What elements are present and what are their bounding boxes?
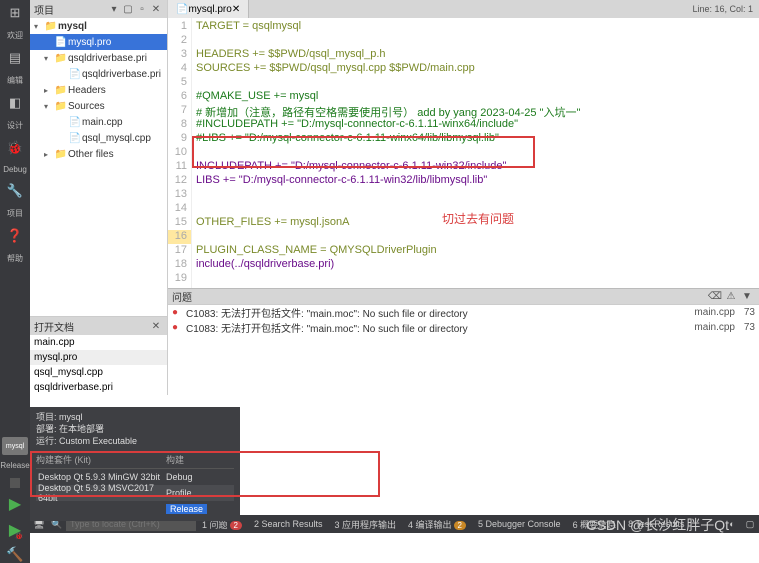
gutter: 12345678910111213141516171819 [168, 18, 192, 288]
kit-run: 运行: Custom Executable [36, 435, 234, 447]
editor-tab[interactable]: 📄 mysql.pro ✕ [168, 0, 249, 18]
issues-clear-icon[interactable]: ⌫ [707, 291, 723, 302]
issues-header: 问题 ⌫ ⚠ ▼ [168, 288, 759, 304]
kit-selector[interactable]: mysql [2, 437, 28, 455]
kits-area: 项目: mysql 部署: 在本地部署 运行: Custom Executabl… [30, 395, 759, 515]
kit-deploy: 部署: 在本地部署 [36, 423, 234, 435]
status-item[interactable]: 6 概要信息 [567, 518, 623, 531]
tree-root[interactable]: ▾📁mysql [30, 18, 167, 34]
opendocs-close-icon[interactable]: ✕ [149, 321, 163, 332]
open-doc-item[interactable]: qsql_mysql.cpp [30, 365, 167, 380]
build-button[interactable]: 🔨 [6, 546, 23, 563]
status-item[interactable]: 2 Search Results [248, 519, 329, 529]
open-doc-item[interactable]: qsqldriverbase.pri [30, 380, 167, 395]
kit-project: 项目: mysql [36, 411, 234, 423]
open-docs-pane: 打开文档 ✕ main.cpp mysql.pro qsql_mysql.cpp… [30, 316, 168, 395]
help-icon[interactable]: ❓ [4, 225, 26, 247]
project-pane: 项目 ▾ ▢ ▫ ✕ ▾📁mysql 📄mysql.pro ▾📁qsqldriv… [30, 0, 168, 316]
sync-icon[interactable]: ▢ [121, 4, 135, 15]
editor-pane: 📄 mysql.pro ✕ Line: 16, Col: 1 123456789… [168, 0, 759, 316]
run-button[interactable]: ▶ [9, 494, 21, 514]
kit-row[interactable]: Release [36, 501, 234, 517]
help-label: 帮助 [7, 253, 23, 264]
filter-icon[interactable]: ▾ [107, 4, 121, 15]
debug-label: Debug [3, 165, 27, 174]
status-item[interactable]: 3 应用程序输出 [329, 518, 403, 531]
issues-filter-icon[interactable]: ⚠ [723, 291, 739, 302]
collapse-icon[interactable]: ▫ [135, 4, 149, 15]
tree-drvbase[interactable]: ▾📁qsqldriverbase.pri [30, 50, 167, 66]
issues-title: 问题 [172, 289, 192, 304]
status-item[interactable]: 8 Test Results [622, 519, 690, 529]
annotation-text: 切过去有问题 [442, 210, 514, 227]
tree-pro[interactable]: 📄mysql.pro [30, 34, 167, 50]
pane-close-icon[interactable]: ✕ [149, 4, 163, 15]
project-label: 项目 [7, 208, 23, 219]
tree-headers[interactable]: ▸📁Headers [30, 82, 167, 98]
welcome-label: 欢迎 [7, 30, 23, 41]
tree-sources[interactable]: ▾📁Sources [30, 98, 167, 114]
code-area[interactable]: TARGET = qsqlmysql HEADERS += $$PWD/qsql… [192, 18, 759, 288]
status-close-icon[interactable]: ▢ [741, 519, 759, 530]
open-doc-item[interactable]: mysql.pro [30, 350, 167, 365]
target-icon[interactable] [10, 478, 20, 488]
highlight-box [192, 136, 535, 168]
project-icon[interactable]: 🔧 [4, 180, 26, 202]
project-header: 项目 ▾ ▢ ▫ ✕ [30, 0, 167, 18]
debug-run-button[interactable]: ▶🐞 [9, 520, 21, 540]
design-label: 设计 [7, 120, 23, 131]
editor-tabs: 📄 mysql.pro ✕ Line: 16, Col: 1 [168, 0, 759, 18]
status-item[interactable]: 4 编译输出2 [402, 518, 472, 531]
code-editor[interactable]: 12345678910111213141516171819 TARGET = q… [168, 18, 759, 288]
tree-other[interactable]: ▸📁Other files [30, 146, 167, 162]
status-item[interactable]: 5 Debugger Console [472, 519, 567, 529]
debug-icon[interactable]: 🐞 [4, 137, 26, 159]
release-label: Release [0, 461, 29, 470]
welcome-icon[interactable]: ⊞ [4, 2, 26, 24]
project-tree: ▾📁mysql 📄mysql.pro ▾📁qsqldriverbase.pri … [30, 18, 167, 316]
design-icon[interactable]: ◧ [4, 92, 26, 114]
open-doc-item[interactable]: main.cpp [30, 335, 167, 350]
open-docs-title: 打开文档 [34, 319, 74, 334]
issues-funnel-icon[interactable]: ▼ [739, 291, 755, 302]
tree-main[interactable]: 📄main.cpp [30, 114, 167, 130]
project-title: 项目 [34, 2, 54, 17]
line-col-info: Line: 16, Col: 1 [692, 4, 759, 14]
tree-qsqlcpp[interactable]: 📄qsql_mysql.cpp [30, 130, 167, 146]
edit-icon[interactable]: ▤ [4, 47, 26, 69]
edit-label: 编辑 [7, 75, 23, 86]
status-progress-icon[interactable]: ◐ [723, 519, 741, 529]
activity-bar: ⊞ 欢迎 ▤ 编辑 ◧ 设计 🐞 Debug 🔧 项目 ❓ 帮助 mysql R… [0, 0, 30, 563]
open-docs-header: 打开文档 ✕ [30, 317, 167, 335]
kits-highlight [30, 451, 380, 497]
tree-drvbase-pri[interactable]: 📄qsqldriverbase.pri [30, 66, 167, 82]
